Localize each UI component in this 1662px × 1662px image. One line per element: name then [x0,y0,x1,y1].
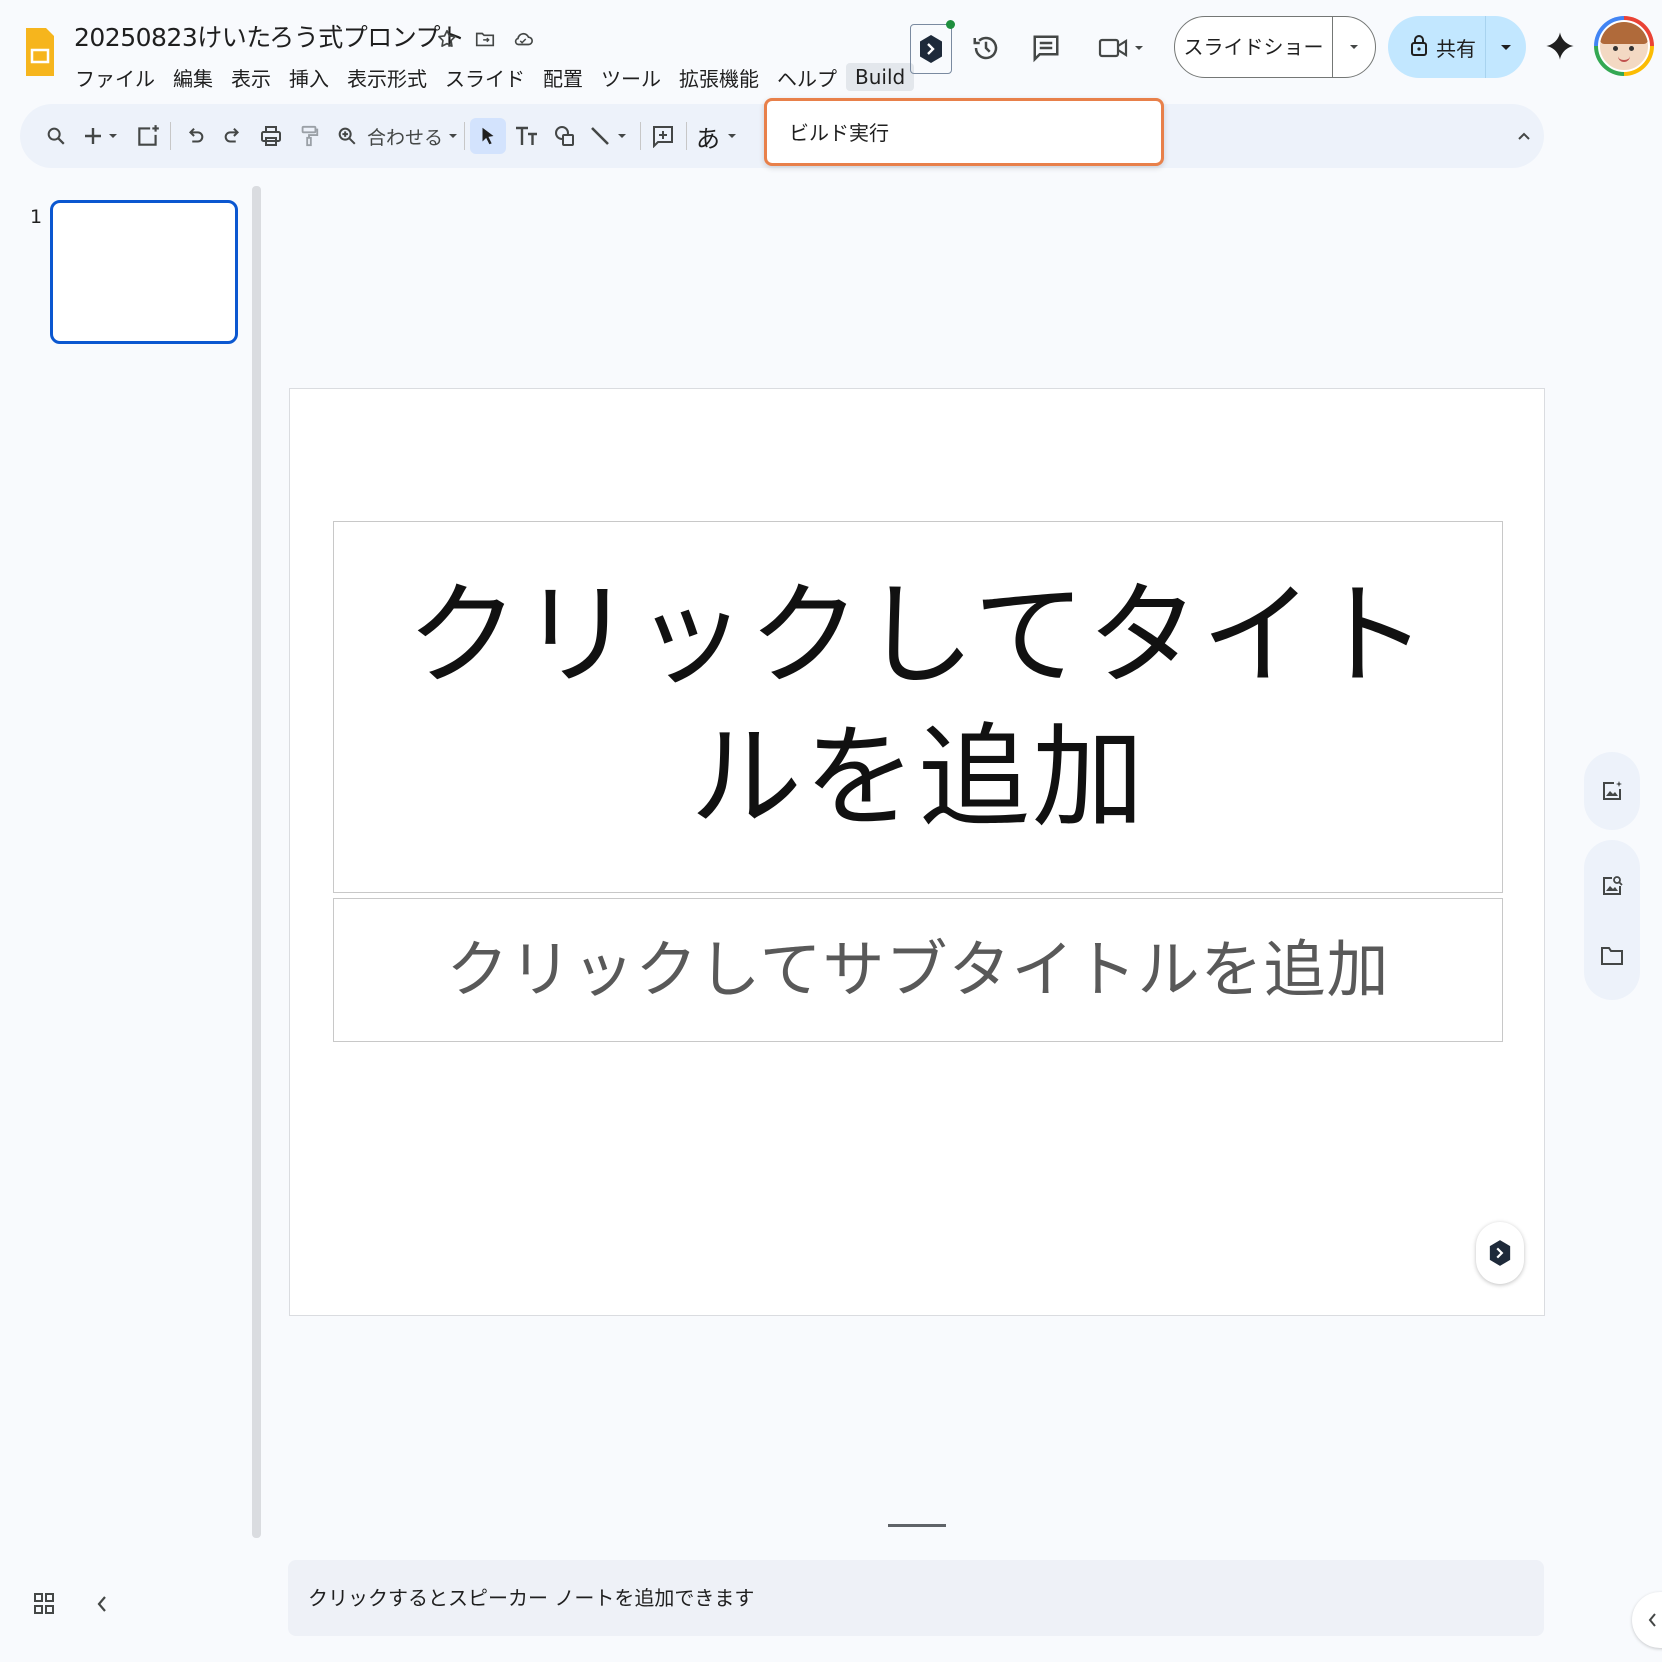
input-tools-dropdown[interactable]: あ [692,118,742,154]
collapse-filmstrip-icon[interactable] [82,1584,122,1624]
zoom-fit-dropdown[interactable]: 合わせる [366,118,460,154]
zoom-icon[interactable] [330,118,364,154]
new-slide-with-layout-icon[interactable] [130,118,166,154]
side-panel-top [1584,752,1640,830]
menu-format[interactable]: 表示形式 [338,61,436,94]
shape-icon[interactable] [548,118,582,154]
share-dropdown-icon[interactable] [1485,16,1526,78]
new-slide-icon[interactable] [80,118,126,154]
menu-extensions[interactable]: 拡張機能 [670,61,768,94]
redo-icon[interactable] [216,118,250,154]
build-floating-button[interactable] [1476,1222,1524,1284]
document-title[interactable]: 20250823けいたろう式プロンプト [74,18,465,54]
menu-tools[interactable]: ツール [592,61,670,94]
star-icon[interactable] [434,26,460,52]
menu-edit[interactable]: 編集 [164,61,222,94]
toolbar-divider [464,122,465,150]
grid-view-icon[interactable] [24,1584,64,1624]
folder-icon[interactable] [1592,936,1632,976]
text-box-icon[interactable] [510,118,544,154]
generate-image-icon[interactable] [1592,771,1632,811]
account-avatar[interactable] [1594,16,1654,76]
slide-number: 1 [30,206,43,228]
build-extension-icon[interactable] [910,20,955,74]
slideshow-button[interactable]: スライドショー [1174,16,1376,78]
move-folder-icon[interactable] [472,26,498,52]
meet-video-icon[interactable] [1094,26,1148,70]
filmstrip-scrollbar[interactable] [252,186,261,1538]
image-search-icon[interactable] [1592,866,1632,906]
print-icon[interactable] [254,118,288,154]
gemini-sparkle-icon[interactable] [1538,24,1582,68]
title-placeholder[interactable]: クリックしてタイトルを追加 [333,521,1503,893]
line-tool-icon[interactable] [586,118,636,154]
menu-insert[interactable]: 挿入 [280,61,338,94]
expand-side-panel-icon[interactable] [1632,1592,1662,1648]
menu-view[interactable]: 表示 [222,61,280,94]
input-mode-label: あ [696,124,720,153]
collapse-toolbar-icon[interactable] [1510,118,1538,154]
menu-help[interactable]: ヘルプ [768,61,846,94]
subtitle-placeholder-text: クリックしてサブタイトルを追加 [446,933,1390,1006]
add-comment-icon[interactable] [646,118,680,154]
select-pointer-icon[interactable] [470,118,506,154]
speaker-notes-placeholder: クリックするとスピーカー ノートを追加できます [308,1586,755,1610]
menu-item-run-build[interactable]: ビルド実行 [789,117,889,146]
lock-icon [1410,33,1428,62]
menu-arrange[interactable]: 配置 [534,61,592,94]
side-panel-bottom [1584,840,1640,1000]
comments-icon[interactable] [1024,26,1068,70]
title-placeholder-text: クリックしてタイトルを追加 [406,571,1430,843]
notes-resize-handle[interactable] [888,1524,946,1527]
zoom-fit-label: 合わせる [366,126,443,149]
share-button[interactable]: 共有 [1388,16,1526,78]
slideshow-label[interactable]: スライドショー [1175,17,1333,77]
speaker-notes[interactable]: クリックするとスピーカー ノートを追加できます [288,1560,1544,1636]
toolbar-divider [686,122,687,150]
menu-build[interactable]: Build [846,63,915,91]
cloud-saved-icon[interactable] [510,26,536,52]
build-menu-dropdown: ビルド実行 [764,98,1164,166]
paint-format-icon[interactable] [292,118,326,154]
toolbar-divider [170,122,171,150]
search-menus-icon[interactable] [38,118,74,154]
slides-logo-icon[interactable] [24,24,56,80]
version-history-icon[interactable] [964,26,1008,70]
menu-file[interactable]: ファイル [66,61,164,94]
subtitle-placeholder[interactable]: クリックしてサブタイトルを追加 [333,898,1503,1042]
slideshow-dropdown-icon[interactable] [1333,42,1375,52]
undo-icon[interactable] [178,118,212,154]
share-label: 共有 [1436,36,1476,61]
menu-slide[interactable]: スライド [436,61,534,94]
menu-bar: ファイル 編集 表示 挿入 表示形式 スライド 配置 ツール 拡張機能 ヘルプ … [66,60,915,94]
slide-thumbnail[interactable] [50,200,238,344]
toolbar-divider [640,122,641,150]
